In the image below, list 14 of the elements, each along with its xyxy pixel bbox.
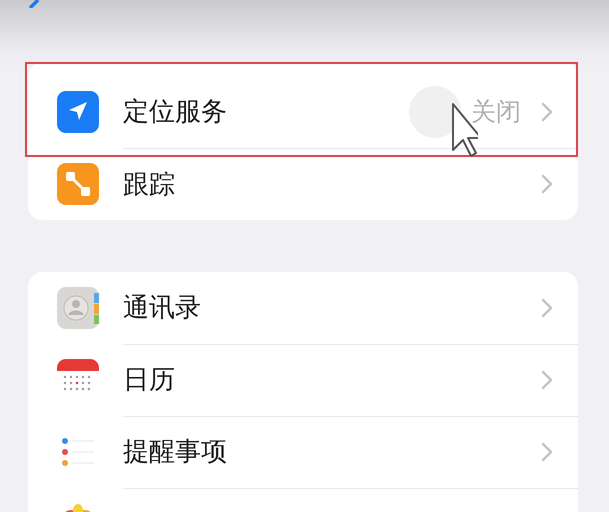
contacts-icon — [57, 287, 99, 329]
row-label[interactable]: 提醒事项 — [123, 434, 541, 469]
chevron-icon — [541, 102, 553, 122]
tracking-icon — [57, 163, 99, 205]
chevron-icon — [541, 298, 553, 318]
row-label[interactable]: 日历 — [123, 362, 541, 397]
row-value: 关闭 — [471, 96, 521, 128]
chevron-icon — [541, 442, 553, 462]
row-label[interactable]: 通讯录 — [123, 290, 541, 325]
chevron-icon — [541, 370, 553, 390]
back-chevron-icon[interactable] — [26, 0, 40, 8]
row-label[interactable]: 跟踪 — [123, 166, 541, 202]
chevron-icon — [541, 174, 553, 194]
row-label[interactable]: 定位服务 — [123, 94, 471, 129]
